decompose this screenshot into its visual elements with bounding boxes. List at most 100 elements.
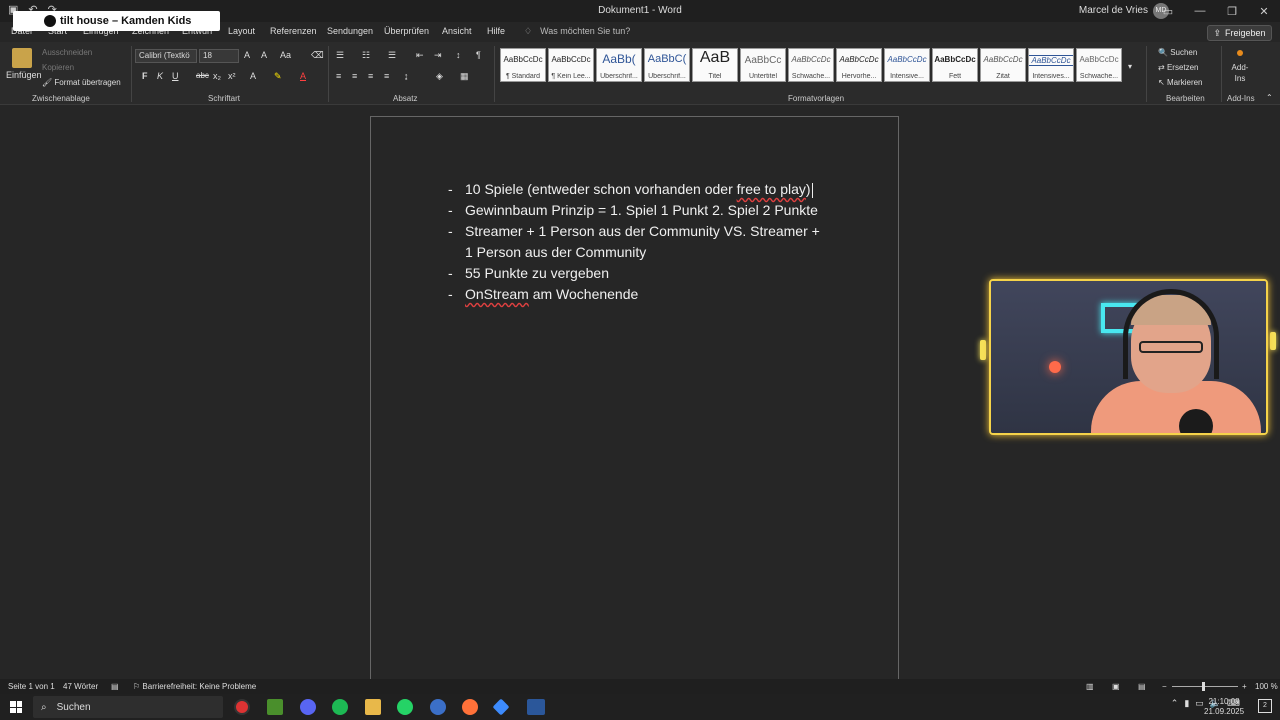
whatsapp-icon[interactable] (397, 699, 413, 715)
tab-ansicht[interactable]: Ansicht (442, 26, 472, 36)
style-intense-quote[interactable]: AaBbCcDc Intensives... (1028, 48, 1074, 82)
strikethrough-button[interactable]: abc (196, 71, 209, 80)
spotify-app-icon[interactable] (332, 699, 348, 715)
obs-icon[interactable] (234, 699, 250, 715)
decrease-indent-icon[interactable]: ⇤ (416, 50, 424, 61)
multilevel-list-icon[interactable]: ☰ (388, 50, 396, 61)
replace-button[interactable]: ⇄ Ersetzen (1158, 63, 1199, 72)
zoom-out-icon[interactable]: − (1162, 682, 1167, 691)
zoom-in-icon[interactable]: + (1242, 682, 1247, 691)
style-emphasis[interactable]: AaBbCcDc Hervorhe... (836, 48, 882, 82)
windows-start-icon[interactable] (10, 701, 22, 713)
minimize-icon[interactable]: — (1184, 0, 1216, 22)
style-intense-emphasis[interactable]: AaBbCcDc Intensive... (884, 48, 930, 82)
pilcrow-icon[interactable]: ¶ (476, 50, 481, 60)
app-icon[interactable] (492, 698, 510, 716)
underline-button[interactable]: U (172, 71, 179, 81)
find-button[interactable]: 🔍 Suchen (1158, 48, 1197, 57)
tab-layout[interactable]: Layout (228, 26, 255, 36)
style-no-spacing[interactable]: AaBbCcDc ¶ Kein Lee... (548, 48, 594, 82)
style-subtitle[interactable]: AaBbCc Untertitel (740, 48, 786, 82)
copy-button[interactable]: Kopieren (42, 63, 74, 72)
share-button[interactable]: ⇪ Freigeben (1207, 25, 1272, 41)
highlight-icon[interactable]: ✎ (274, 71, 282, 82)
text-effects-icon[interactable]: A (250, 71, 256, 81)
zoom-slider-thumb[interactable] (1202, 682, 1205, 691)
sort-icon[interactable]: ↕ (456, 50, 461, 60)
borders-icon[interactable]: ▦ (460, 71, 469, 82)
select-button[interactable]: ↖ Markieren (1158, 78, 1203, 87)
font-size-select[interactable]: 18 (199, 49, 239, 63)
maximize-icon[interactable]: ❐ (1216, 0, 1248, 22)
tell-me-box[interactable]: ♢ Was möchten Sie tun? (524, 26, 630, 37)
align-right-icon[interactable]: ≡ (368, 71, 373, 81)
style-preview: AaBbCcDc (887, 55, 927, 64)
minecraft-icon[interactable] (267, 699, 283, 715)
change-case-icon[interactable]: Aa (280, 50, 291, 60)
styles-more-icon[interactable]: ▾ (1128, 62, 1132, 71)
tab-hilfe[interactable]: Hilfe (487, 26, 505, 36)
font-color-icon[interactable]: A (300, 71, 306, 81)
tab-ueberpruefen[interactable]: Überprüfen (384, 26, 429, 36)
tab-referenzen[interactable]: Referenzen (270, 26, 317, 36)
shrink-font-icon[interactable]: A (261, 50, 267, 60)
close-icon[interactable]: ✕ (1248, 0, 1280, 22)
zoom-slider[interactable] (1172, 686, 1238, 687)
word-icon[interactable] (527, 699, 545, 715)
proofing-icon[interactable]: ▤ (111, 682, 119, 691)
user-name[interactable]: Marcel de Vries (1079, 5, 1148, 16)
read-mode-icon[interactable]: ▥ (1086, 682, 1094, 691)
format-painter-button[interactable]: 🖌 Format übertragen (42, 78, 121, 87)
bold-button[interactable]: F (142, 71, 148, 81)
style-quote[interactable]: AaBbCcDc Zitat (980, 48, 1026, 82)
file-explorer-icon[interactable] (365, 699, 381, 715)
document-body[interactable]: - 10 Spiele (entweder schon vorhanden od… (448, 179, 848, 305)
tab-sendungen[interactable]: Sendungen (327, 26, 373, 36)
style-subtle-reference[interactable]: AaBbCcDc Schwache... (1076, 48, 1122, 82)
discord-icon[interactable] (300, 699, 316, 715)
style-subtle-emphasis[interactable]: AaBbCcDc Schwache... (788, 48, 834, 82)
print-layout-icon[interactable]: ▣ (1112, 682, 1120, 691)
page-count[interactable]: Seite 1 von 1 (8, 682, 55, 691)
lightbulb-icon: ♢ (524, 26, 533, 36)
browser-icon[interactable] (430, 699, 446, 715)
bullet-dash: - (448, 181, 453, 197)
accessibility-status[interactable]: ⚐ Barrierefreiheit: Keine Probleme (133, 682, 256, 691)
style-standard[interactable]: AaBbCcDc ¶ Standard (500, 48, 546, 82)
font-name-select[interactable]: Calibri (Textkö (135, 49, 197, 63)
firefox-icon[interactable] (462, 699, 478, 715)
style-title[interactable]: AaB Titel (692, 48, 738, 82)
justify-icon[interactable]: ≡ (384, 71, 389, 81)
ribbon-display-icon[interactable]: ▭ (1152, 0, 1184, 22)
word-count[interactable]: 47 Wörter (63, 682, 98, 691)
italic-button[interactable]: K (157, 71, 163, 81)
style-heading-1[interactable]: AaBb(Überschrif... (596, 48, 642, 82)
paste-button[interactable]: Einfügen (6, 48, 42, 80)
line-spacing-icon[interactable]: ↨ (404, 71, 409, 81)
style-heading-2[interactable]: AaBbC(Überschrif... (644, 48, 690, 82)
align-left-icon[interactable]: ≡ (336, 71, 341, 81)
increase-indent-icon[interactable]: ⇥ (434, 50, 442, 61)
style-strong[interactable]: AaBbCcDc Fett (932, 48, 978, 82)
style-name: Titel (708, 73, 722, 80)
spelling-flag: free to play (736, 181, 806, 197)
system-clock[interactable]: 21:10:08 21.09.2025 (1204, 697, 1244, 717)
addins-button[interactable]: Add-Ins (1227, 50, 1253, 84)
cut-button[interactable]: Ausschneiden (42, 48, 92, 57)
network-icon[interactable]: ▭ (1195, 698, 1204, 709)
tray-expand-icon[interactable]: ⌃ (1171, 698, 1179, 709)
bullets-icon[interactable]: ☰ (336, 50, 344, 61)
zoom-level[interactable]: 100 % (1255, 682, 1278, 691)
clear-format-icon[interactable]: ⌫ (311, 50, 324, 61)
grow-font-icon[interactable]: A (244, 50, 250, 60)
shading-icon[interactable]: ◈ (436, 71, 443, 82)
subscript-icon[interactable]: x₂ (213, 71, 221, 81)
notification-badge[interactable]: 2 (1258, 699, 1272, 713)
web-layout-icon[interactable]: ▤ (1138, 682, 1146, 691)
numbering-icon[interactable]: ☷ (362, 50, 370, 61)
align-center-icon[interactable]: ≡ (352, 71, 357, 81)
collapse-ribbon-icon[interactable]: ⌃ (1266, 93, 1273, 102)
usb-icon[interactable]: ▮ (1184, 698, 1189, 709)
taskbar-search[interactable]: ⌕ Suchen (33, 696, 223, 718)
superscript-icon[interactable]: x² (228, 71, 236, 81)
